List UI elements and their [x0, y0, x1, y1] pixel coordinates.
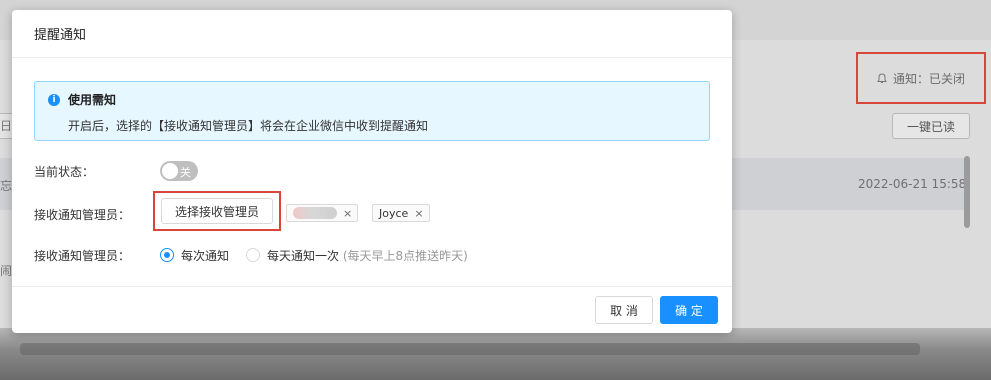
- bell-icon: [877, 72, 887, 84]
- notification-status[interactable]: 通知：已关闭: [856, 52, 986, 104]
- toggle-knob: [162, 163, 178, 179]
- radio-daily-label[interactable]: 每天通知一次 (每天早上8点推送昨天): [267, 247, 468, 264]
- select-admin-highlight: 选择接收管理员: [153, 191, 281, 231]
- admin-tag-name-redacted: [293, 207, 337, 219]
- blurred-content: [20, 343, 920, 355]
- notification-status-text: 通知：已关闭: [892, 71, 965, 86]
- usage-notice-alert: i 使用需知 开启后，选择的【接收通知管理员】将会在企业微信中收到提醒通知: [34, 81, 710, 141]
- alert-title: 使用需知: [68, 93, 117, 107]
- close-icon[interactable]: ×: [343, 207, 352, 220]
- select-admin-button[interactable]: 选择接收管理员: [161, 198, 273, 224]
- status-label: 当前状态：: [34, 165, 95, 179]
- row-timestamp: 2022-06-21 15:58: [858, 177, 967, 191]
- read-all-button[interactable]: 一键已读: [892, 113, 970, 139]
- frequency-label: 接收通知管理员：: [34, 249, 131, 263]
- admin-tag: ×: [286, 204, 359, 222]
- scrollbar[interactable]: [964, 156, 970, 228]
- close-icon[interactable]: ×: [414, 207, 423, 220]
- dialog-header: 提醒通知: [12, 10, 732, 58]
- radio-daily[interactable]: [246, 248, 260, 262]
- radio-daily-hint: (每天早上8点推送昨天): [342, 249, 468, 263]
- dialog-footer: 取 消 确 定: [12, 286, 732, 334]
- reminder-notification-dialog: 提醒通知 i 使用需知 开启后，选择的【接收通知管理员】将会在企业微信中收到提醒…: [12, 10, 732, 333]
- background-left-text: 日: [0, 119, 13, 133]
- background-row-text: 忘: [0, 179, 13, 193]
- info-icon: i: [48, 94, 60, 106]
- dialog-title: 提醒通知: [34, 28, 87, 43]
- toggle-text: 关: [180, 166, 191, 179]
- admin-tag: Joyce ×: [372, 204, 430, 222]
- admin-tag-name: Joyce: [379, 206, 409, 220]
- confirm-button[interactable]: 确 定: [660, 296, 718, 324]
- radio-every-time-label[interactable]: 每次通知: [181, 247, 229, 264]
- alert-text: 开启后，选择的【接收通知管理员】将会在企业微信中收到提醒通知: [68, 119, 429, 133]
- radio-daily-text: 每天通知一次: [267, 249, 340, 263]
- status-toggle[interactable]: 关: [160, 161, 198, 181]
- radio-every-time[interactable]: [160, 248, 174, 262]
- cancel-button[interactable]: 取 消: [595, 296, 653, 324]
- admins-label: 接收通知管理员：: [34, 208, 131, 222]
